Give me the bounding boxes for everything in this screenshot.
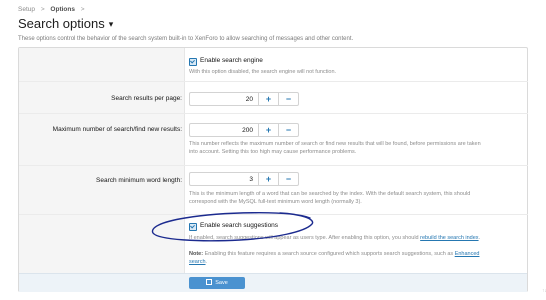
- results-per-page-stepper[interactable]: 20 + −: [189, 92, 299, 106]
- breadcrumb-setup[interactable]: Setup: [18, 6, 35, 13]
- enable-search-engine-label[interactable]: Enable search engine: [200, 57, 263, 64]
- chevron-down-icon[interactable]: ▾: [109, 19, 114, 30]
- max-results-help-line-2: into account. Setting this too high may …: [189, 149, 357, 155]
- min-word-length-help-line-1: This is the minimum length of a word tha…: [189, 191, 471, 197]
- row-divider: [19, 81, 528, 82]
- note-label: Note:: [189, 251, 204, 257]
- page-description: These options control the behavior of th…: [18, 36, 354, 42]
- save-button[interactable]: Save: [189, 277, 245, 289]
- enable-search-engine-checkbox[interactable]: [189, 58, 197, 66]
- min-word-length-value[interactable]: 3: [190, 173, 258, 185]
- breadcrumb-separator: >: [80, 6, 85, 13]
- results-per-page-label: Search results per page:: [111, 95, 182, 102]
- plus-icon[interactable]: +: [258, 93, 278, 105]
- row-divider: [19, 214, 528, 215]
- save-button-label: Save: [215, 280, 228, 286]
- suggestions-note: Note: Enabling this feature requires a s…: [189, 250, 519, 266]
- options-panel: Enable search engine With this option di…: [18, 47, 528, 292]
- row-divider: [19, 165, 528, 166]
- plus-icon[interactable]: +: [258, 173, 278, 185]
- suggestions-help: If enabled, search suggestions will appe…: [189, 234, 480, 242]
- min-word-length-help-line-2: correspond with the MySQL full-text mini…: [189, 199, 362, 205]
- note-text: Enabling this feature requires a search …: [203, 251, 455, 257]
- save-icon: [206, 279, 213, 285]
- minus-icon[interactable]: −: [278, 93, 298, 105]
- breadcrumb: Setup > Options >: [18, 6, 89, 13]
- max-results-label: Maximum number of search/find new result…: [52, 126, 182, 133]
- max-results-value[interactable]: 200: [190, 124, 258, 136]
- note-end: .: [205, 259, 208, 265]
- max-results-stepper[interactable]: 200 + −: [189, 123, 299, 137]
- form-submit-row: Save: [19, 273, 527, 292]
- minus-icon[interactable]: −: [278, 173, 298, 185]
- suggestions-help-end: .: [478, 235, 481, 241]
- breadcrumb-separator: >: [40, 6, 45, 13]
- enhanced-search-link[interactable]: Enhanced: [455, 251, 480, 257]
- row-divider: [19, 113, 528, 114]
- results-per-page-value[interactable]: 20: [190, 93, 258, 105]
- page-title[interactable]: Search options ▾: [18, 16, 113, 31]
- min-word-length-stepper[interactable]: 3 + −: [189, 172, 299, 186]
- enhanced-search-link-cont[interactable]: search: [189, 259, 206, 265]
- enable-search-suggestions-label[interactable]: Enable search suggestions: [200, 222, 278, 229]
- minus-icon[interactable]: −: [278, 124, 298, 136]
- enable-search-engine-help: With this option disabled, the search en…: [189, 69, 337, 75]
- min-word-length-label: Search minimum word length:: [96, 177, 182, 184]
- enable-search-suggestions-checkbox[interactable]: [189, 223, 197, 231]
- side-mark: ↑↓: [542, 288, 546, 294]
- page-title-text: Search options: [18, 16, 105, 31]
- plus-icon[interactable]: +: [258, 124, 278, 136]
- suggestions-help-text: If enabled, search suggestions will appe…: [189, 235, 421, 241]
- breadcrumb-options[interactable]: Options: [50, 6, 75, 13]
- rebuild-search-index-link[interactable]: rebuild the search index: [420, 235, 478, 241]
- max-results-help-line-1: This number reflects the maximum number …: [189, 141, 481, 147]
